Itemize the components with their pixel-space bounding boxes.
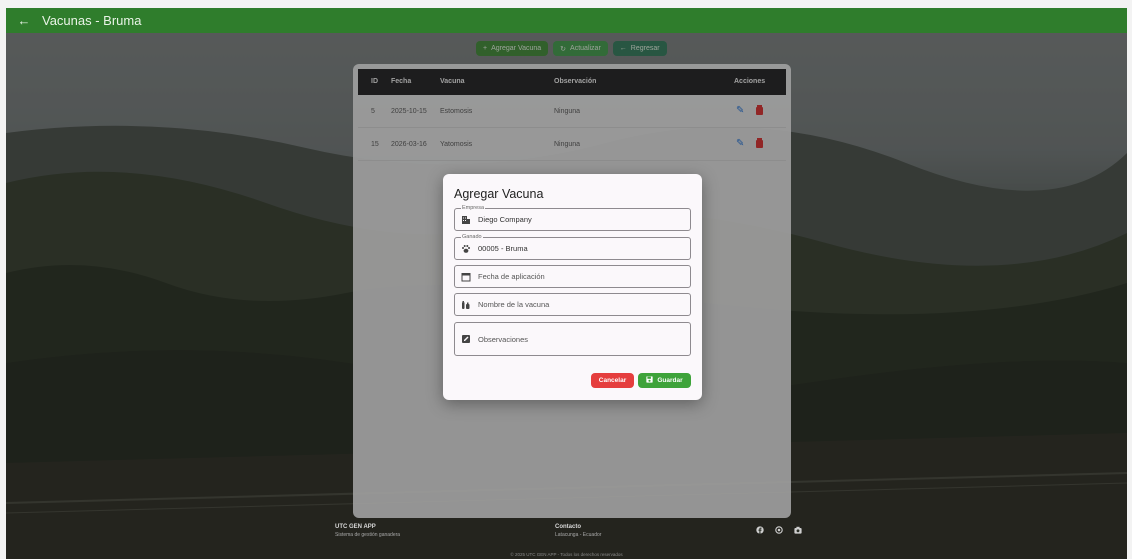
window-frame-right: [1127, 0, 1132, 559]
footer-contact-location: Latacunga - Ecuador: [555, 532, 602, 538]
app-bar: ← Vacunas - Bruma: [6, 8, 1127, 33]
footer-brand: UTC GEN APP: [335, 524, 376, 530]
save-label: Guardar: [657, 377, 683, 384]
vaccine-icon: [461, 300, 471, 310]
save-button[interactable]: Guardar: [638, 373, 691, 388]
ganado-legend: Ganado: [461, 233, 483, 241]
nombre-vacuna-field[interactable]: Nombre de la vacuna: [454, 293, 691, 316]
page-title: Vacunas - Bruma: [42, 13, 142, 28]
calendar-icon: [461, 272, 471, 282]
fecha-aplicacion-field[interactable]: Fecha de aplicación: [454, 265, 691, 288]
ganado-value: 00005 - Bruma: [478, 244, 528, 253]
empresa-value: Diego Company: [478, 215, 532, 224]
footer: UTC GEN APP Sistema de gestión ganadera …: [6, 518, 1127, 559]
empresa-field[interactable]: Empresa Diego Company: [454, 204, 691, 231]
window-frame-top: [0, 0, 1132, 8]
dialog-title: Agregar Vacuna: [454, 187, 544, 201]
cancel-button[interactable]: Cancelar: [591, 373, 634, 388]
add-vaccine-dialog: Agregar Vacuna Empresa Diego Company Gan…: [443, 174, 702, 400]
ganado-field[interactable]: Ganado 00005 - Bruma: [454, 233, 691, 260]
note-edit-icon: [461, 334, 471, 344]
fecha-placeholder: Fecha de aplicación: [478, 272, 545, 281]
vacuna-placeholder: Nombre de la vacuna: [478, 300, 550, 309]
social-links: [756, 526, 802, 534]
observaciones-placeholder: Observaciones: [478, 334, 529, 344]
back-arrow-icon[interactable]: ←: [12, 13, 36, 28]
camera-icon[interactable]: [794, 526, 802, 534]
footer-contact-title: Contacto: [555, 524, 581, 530]
empresa-legend: Empresa: [461, 204, 486, 212]
instagram-icon[interactable]: [775, 526, 783, 534]
footer-brand-subtitle: Sistema de gestión ganadera: [335, 532, 401, 538]
dialog-actions: Cancelar Guardar: [591, 373, 691, 388]
facebook-icon[interactable]: [756, 526, 764, 534]
copyright: © 2025 UTC GEN APP - Todos los derechos …: [510, 552, 623, 557]
building-icon: [461, 215, 471, 225]
paw-icon: [461, 244, 471, 254]
floppy-disk-icon: [646, 376, 653, 385]
observaciones-field[interactable]: Observaciones: [454, 322, 691, 356]
